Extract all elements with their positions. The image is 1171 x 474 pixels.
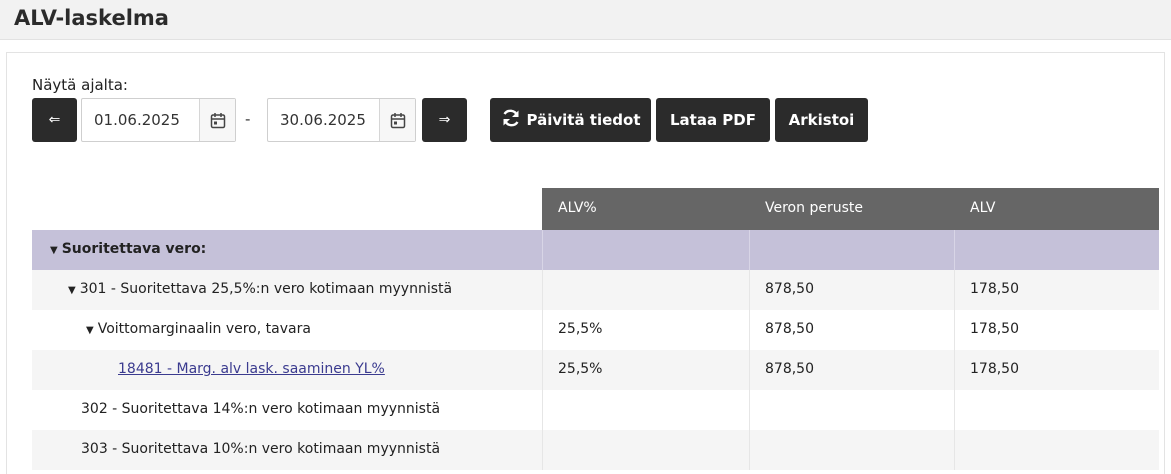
from-date-value: 01.06.2025	[94, 111, 180, 129]
column-header-rate: ALV%	[542, 188, 749, 230]
next-period-button[interactable]: ⇒	[422, 98, 467, 142]
row-vat: 178,50	[970, 281, 1019, 297]
row-label: ▼ Voittomarginaalin vero, tavara	[86, 321, 311, 337]
date-separator: -	[245, 110, 251, 128]
row-label: 302 - Suoritettava 14%:n vero kotimaan m…	[81, 401, 441, 417]
refresh-icon	[501, 109, 521, 131]
refresh-button[interactable]: Päivitä tiedot	[490, 98, 651, 142]
table-row[interactable]: 18481 - Marg. alv lask. saaminen YL% 25,…	[32, 350, 1159, 390]
to-date-field[interactable]: 30.06.2025	[267, 98, 416, 142]
row-label: ▼ 301 - Suoritettava 25,5%:n vero kotimaa…	[68, 281, 453, 297]
row-rate	[542, 430, 749, 470]
page-header: ALV-laskelma	[0, 0, 1171, 40]
row-vat	[954, 430, 1159, 470]
row-rate	[542, 390, 749, 430]
to-date-value: 30.06.2025	[280, 111, 366, 129]
row-base	[749, 230, 954, 270]
download-pdf-button[interactable]: Lataa PDF	[656, 98, 770, 142]
row-rate: 25,5%	[558, 321, 603, 337]
column-header-tax-base: Veron peruste	[749, 188, 954, 230]
row-base	[749, 430, 954, 470]
row-vat	[954, 390, 1159, 430]
calendar-icon[interactable]	[379, 99, 415, 141]
account-link[interactable]: 18481 - Marg. alv lask. saaminen YL%	[118, 361, 385, 377]
calendar-icon[interactable]	[199, 99, 235, 141]
row-label: ▼ Suoritettava vero:	[50, 241, 207, 257]
table-header-row: ALV% Veron peruste ALV	[32, 188, 1159, 230]
row-vat: 178,50	[970, 361, 1019, 377]
table-row[interactable]: 302 - Suoritettava 14%:n vero kotimaan m…	[32, 390, 1159, 430]
collapse-caret-icon[interactable]: ▼	[68, 285, 76, 296]
collapse-caret-icon[interactable]: ▼	[50, 245, 58, 256]
column-header-vat: ALV	[954, 188, 1159, 230]
row-base: 878,50	[765, 361, 814, 377]
table-row[interactable]: ▼ Suoritettava vero:	[32, 230, 1159, 270]
collapse-caret-icon[interactable]: ▼	[86, 325, 94, 336]
row-label: 303 - Suoritettava 10%:n vero kotimaan m…	[81, 441, 441, 457]
row-rate	[542, 230, 749, 270]
row-label: 18481 - Marg. alv lask. saaminen YL%	[32, 350, 542, 390]
from-date-field[interactable]: 01.06.2025	[81, 98, 236, 142]
row-vat: 178,50	[970, 321, 1019, 337]
row-vat	[954, 230, 1159, 270]
row-rate: 25,5%	[558, 361, 603, 377]
table-row[interactable]: ▼ 301 - Suoritettava 25,5%:n vero kotimaa…	[32, 270, 1159, 310]
table-row[interactable]: 303 - Suoritettava 10%:n vero kotimaan m…	[32, 430, 1159, 470]
row-base: 878,50	[765, 281, 814, 297]
page-title: ALV-laskelma	[14, 6, 169, 30]
row-base	[749, 390, 954, 430]
row-rate	[542, 270, 749, 310]
date-range-label: Näytä ajalta:	[32, 76, 128, 94]
table-row[interactable]: ▼ Voittomarginaalin vero, tavara 25,5% 87…	[32, 310, 1159, 350]
archive-button[interactable]: Arkistoi	[775, 98, 868, 142]
previous-period-button[interactable]: ⇐	[32, 98, 77, 142]
row-base: 878,50	[765, 321, 814, 337]
refresh-button-label: Päivitä tiedot	[526, 111, 641, 129]
